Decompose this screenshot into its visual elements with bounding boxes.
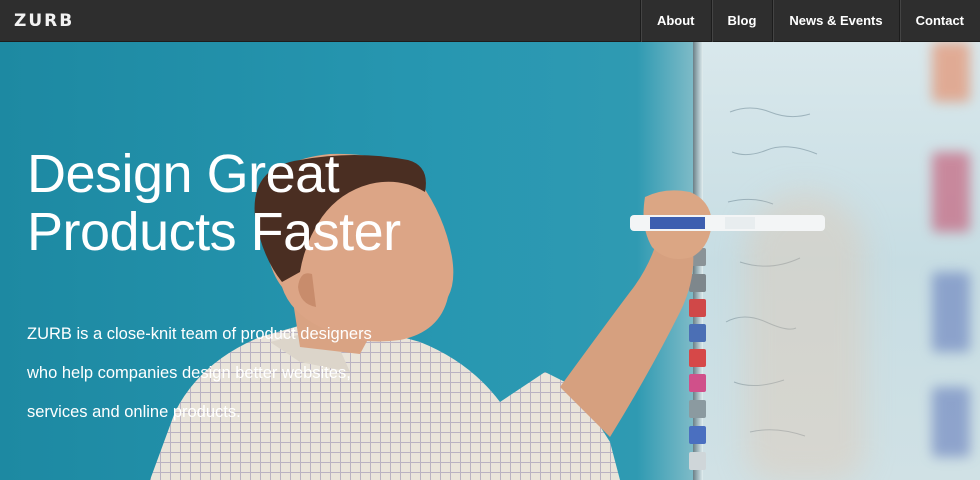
nav-blog-link[interactable]: Blog xyxy=(710,0,773,42)
hero-headline-line-2: Products Faster xyxy=(27,202,401,262)
nav-news-events-link[interactable]: News & Events xyxy=(772,0,898,42)
nav-contact-link[interactable]: Contact xyxy=(898,0,980,42)
nav-about-link[interactable]: About xyxy=(639,0,711,42)
hero-section: Design Great Products Faster ZURB is a c… xyxy=(0,42,980,480)
top-navigation-bar: ZURB About Blog News & Events Contact xyxy=(0,0,980,42)
zurb-logo[interactable]: ZURB xyxy=(14,10,74,32)
hero-headline-line-1: Design Great xyxy=(27,144,340,204)
hero-tagline: ZURB is a close-knit team of product des… xyxy=(27,315,447,432)
hero-tagline-line-2: who help companies design better website… xyxy=(27,364,351,382)
hero-tagline-line-3: services and online products. xyxy=(27,403,241,421)
hero-headline: Design Great Products Faster xyxy=(27,145,487,261)
hero-tagline-line-1: ZURB is a close-knit team of product des… xyxy=(27,325,372,343)
nav-links: About Blog News & Events Contact xyxy=(639,0,980,42)
